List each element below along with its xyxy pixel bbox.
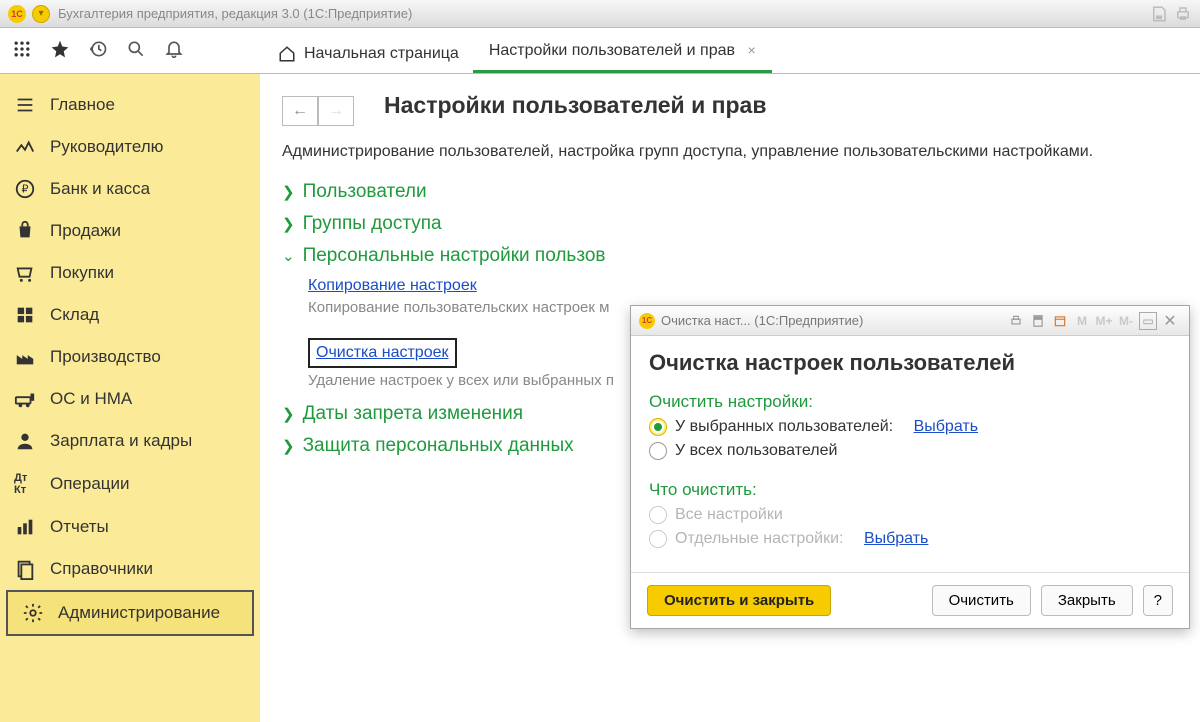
radio-some-settings [649, 530, 667, 548]
chevron-right-icon: ❯ [282, 405, 295, 423]
radio-all-users-label: У всех пользователей [675, 442, 837, 460]
nav-forward-button[interactable]: → [318, 96, 354, 126]
sidebar-item-label: Операции [50, 474, 130, 494]
sidebar-item-label: Продажи [50, 221, 121, 241]
group-clear-settings-label: Очистить настройки: [649, 392, 1171, 412]
radio-all-settings [649, 506, 667, 524]
sidebar-item-hr[interactable]: Зарплата и кадры [0, 420, 260, 462]
help-button[interactable]: ? [1143, 585, 1173, 616]
radio-all-users[interactable] [649, 442, 667, 460]
sidebar-item-label: Покупки [50, 263, 114, 283]
copy-settings-link[interactable]: Копирование настроек [308, 277, 477, 294]
sidebar-item-production[interactable]: Производство [0, 336, 260, 378]
chevron-down-icon: ⌄ [282, 247, 295, 265]
radio-all-settings-label: Все настройки [675, 506, 783, 524]
dialog-titlebar: 1С Очистка наст... (1С:Предприятие) M M+… [631, 306, 1189, 336]
sidebar-item-sales[interactable]: Продажи [0, 210, 260, 252]
chevron-right-icon: ❯ [282, 183, 295, 201]
sidebar-item-catalogs[interactable]: Справочники [0, 548, 260, 590]
nav-sidebar: Главное Руководителю ₽ Банк и касса Прод… [0, 74, 260, 722]
page-title: Настройки пользователей и прав [384, 92, 766, 119]
tab-label: Настройки пользователей и прав [489, 42, 735, 59]
radio-selected-users[interactable] [649, 418, 667, 436]
clear-and-close-button[interactable]: Очистить и закрыть [647, 585, 831, 616]
close-tab-icon[interactable]: × [747, 42, 755, 58]
sidebar-item-label: Банк и касса [50, 179, 150, 199]
sidebar-item-warehouse[interactable]: Склад [0, 294, 260, 336]
sidebar-item-label: Зарплата и кадры [50, 431, 192, 451]
save-icon[interactable] [1150, 5, 1168, 23]
search-icon[interactable] [126, 39, 146, 62]
clear-settings-link[interactable]: Очистка настроек [316, 344, 449, 361]
sidebar-item-label: Руководителю [50, 137, 163, 157]
memory-m-icon[interactable]: M [1073, 312, 1091, 330]
sidebar-item-purchases[interactable]: Покупки [0, 252, 260, 294]
section-label: Пользователи [303, 181, 427, 203]
app-logo-icon: 1С [639, 313, 655, 329]
radio-selected-users-label: У выбранных пользователей: [675, 418, 893, 436]
radio-some-settings-label: Отдельные настройки: [675, 530, 843, 548]
dialog-window-title: Очистка наст... (1С:Предприятие) [661, 313, 863, 328]
calculator-icon[interactable] [1029, 312, 1047, 330]
clear-settings-dialog: 1С Очистка наст... (1С:Предприятие) M M+… [630, 305, 1190, 629]
history-icon[interactable] [88, 39, 108, 62]
memory-mplus-icon[interactable]: M+ [1095, 312, 1113, 330]
app-logo-icon: 1С [8, 5, 26, 23]
calendar-icon[interactable] [1051, 312, 1069, 330]
sidebar-item-operations[interactable]: ДтКт Операции [0, 462, 260, 506]
close-button[interactable]: Закрыть [1041, 585, 1133, 616]
svg-text:₽: ₽ [22, 184, 29, 196]
bell-icon[interactable] [164, 39, 184, 62]
tab-home-label: Начальная страница [304, 45, 459, 63]
clear-button[interactable]: Очистить [932, 585, 1031, 616]
select-settings-link[interactable]: Выбрать [864, 530, 928, 548]
section-label: Группы доступа [303, 213, 442, 235]
section-label: Даты запрета изменения [303, 403, 523, 425]
close-icon[interactable]: ✕ [1161, 312, 1179, 330]
nav-back-button[interactable]: ← [282, 96, 318, 126]
memory-mminus-icon[interactable]: M- [1117, 312, 1135, 330]
dtkt-icon: ДтКт [14, 472, 36, 496]
sidebar-item-reports[interactable]: Отчеты [0, 506, 260, 548]
sidebar-item-label: Отчеты [50, 517, 109, 537]
section-label: Персональные настройки пользов [303, 245, 606, 267]
favorite-star-icon[interactable] [50, 39, 70, 62]
section-personal[interactable]: ⌄ Персональные настройки пользов [282, 245, 1178, 267]
dropdown-icon[interactable]: ▾ [32, 5, 50, 23]
sidebar-item-administration[interactable]: Администрирование [6, 590, 254, 636]
sidebar-item-label: ОС и НМА [50, 389, 132, 409]
chevron-right-icon: ❯ [282, 215, 295, 233]
sidebar-item-assets[interactable]: ОС и НМА [0, 378, 260, 420]
window-title: Бухгалтерия предприятия, редакция 3.0 (1… [58, 6, 412, 21]
page-description: Администрирование пользователей, настрой… [282, 143, 1178, 161]
sidebar-item-manager[interactable]: Руководителю [0, 126, 260, 168]
section-label: Защита персональных данных [303, 435, 574, 457]
minimize-icon[interactable]: ▭ [1139, 312, 1157, 330]
print-icon[interactable] [1174, 5, 1192, 23]
sidebar-item-label: Склад [50, 305, 99, 325]
section-groups[interactable]: ❯ Группы доступа [282, 213, 1178, 235]
window-title-bar: 1С ▾ Бухгалтерия предприятия, редакция 3… [0, 0, 1200, 28]
select-users-link[interactable]: Выбрать [914, 418, 978, 436]
sidebar-item-label: Справочники [50, 559, 153, 579]
apps-grid-icon[interactable] [12, 39, 32, 62]
sidebar-item-label: Производство [50, 347, 161, 367]
sidebar-item-bank[interactable]: ₽ Банк и касса [0, 168, 260, 210]
section-users[interactable]: ❯ Пользователи [282, 181, 1178, 203]
top-toolbar: Начальная страница Настройки пользовател… [0, 28, 1200, 74]
chevron-right-icon: ❯ [282, 437, 295, 455]
sidebar-item-label: Главное [50, 95, 115, 115]
group-what-to-clear-label: Что очистить: [649, 480, 1171, 500]
dialog-heading: Очистка настроек пользователей [649, 350, 1171, 376]
tab-user-settings[interactable]: Настройки пользователей и прав × [473, 31, 772, 73]
sidebar-item-label: Администрирование [58, 603, 220, 623]
clear-settings-link-box: Очистка настроек [308, 338, 457, 368]
sidebar-item-main[interactable]: Главное [0, 84, 260, 126]
tab-home[interactable]: Начальная страница [266, 35, 473, 73]
print-icon[interactable] [1007, 312, 1025, 330]
